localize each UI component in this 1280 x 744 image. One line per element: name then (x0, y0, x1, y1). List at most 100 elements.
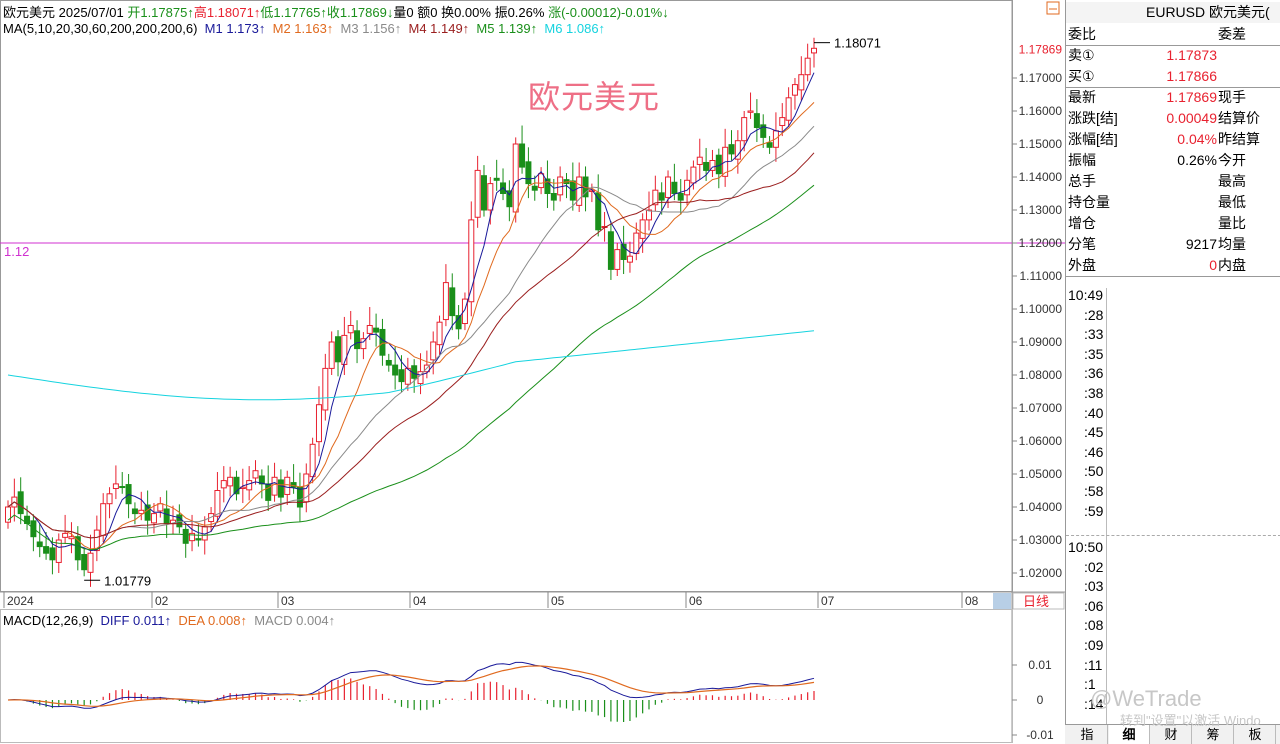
candle-body (791, 84, 798, 96)
panel-row-value: 1.17869 (1166, 89, 1217, 105)
candle-body (195, 538, 202, 541)
candle-body (315, 404, 322, 443)
high-marker-label: 1.18071 (834, 36, 881, 51)
candle-body (804, 57, 811, 76)
panel-row-value: 1.17873 (1166, 47, 1217, 63)
candle-body (335, 336, 342, 363)
panel-row-label: 总手 (1068, 173, 1096, 189)
panel-row-label: 分笔 (1068, 236, 1096, 252)
tick-time: :28 (1084, 306, 1104, 323)
candle-body (49, 547, 56, 561)
candle-body (747, 110, 754, 113)
panel-row-label: 最新 (1068, 89, 1096, 105)
candles (5, 37, 817, 587)
current-price-tag: 1.17869 (1019, 42, 1063, 56)
tick-time: 10:50 (1068, 539, 1104, 555)
tick-time: :11 (1084, 656, 1103, 673)
price-tick-label: 1.12000 (1019, 236, 1063, 250)
candle-body (766, 142, 773, 148)
candle-body (220, 480, 227, 489)
candle-body (227, 476, 234, 487)
time-tick-label: 2024 (7, 594, 34, 608)
price-tick-label: 1.10000 (1019, 302, 1063, 316)
panel-row-label: 振幅 (1068, 152, 1096, 168)
panel-row-label2: 最低 (1218, 194, 1246, 210)
candle-body (354, 330, 361, 350)
candle-body (163, 508, 170, 525)
low-marker-label: 1.01779 (104, 573, 151, 588)
price-tick-label: 1.16000 (1019, 104, 1063, 118)
maximize-icon (1046, 1, 1060, 15)
tick-time: :46 (1084, 443, 1104, 460)
candle-body (277, 479, 284, 498)
candle-body (658, 192, 665, 201)
tick-time: :38 (1084, 385, 1104, 401)
panel-row-value: 0.00049 (1166, 110, 1217, 126)
panel-row: 持仓量 最低 (1066, 192, 1280, 213)
scroll-button (993, 593, 1011, 609)
macd-tick-label: 0.01 (1028, 658, 1052, 672)
panel-row: 增仓 量比 (1066, 213, 1280, 234)
panel-row-value: 0.04% (1177, 131, 1217, 147)
candle-body (671, 181, 678, 194)
panel-row-value: 1.17866 (1166, 68, 1217, 84)
panel-row-value: 0.26% (1177, 152, 1217, 168)
tick-time: :03 (1084, 578, 1104, 595)
panel-header: EURUSD 欧元美元( (1066, 2, 1280, 23)
ma200-line (7, 330, 815, 401)
candle-body (246, 480, 253, 491)
candle-body (119, 486, 126, 489)
panel-row-label2: 昨结算 (1218, 131, 1260, 147)
candle-body (798, 74, 805, 91)
candle-body (87, 552, 94, 573)
candle-body (150, 513, 157, 524)
watermark: @WeTrade (1090, 686, 1202, 711)
candle-body (328, 341, 335, 369)
macd-label: MACD(12,26,9) (3, 613, 94, 628)
panel-row-label: 涨跌[结] (1068, 110, 1118, 126)
level-label: 1.12 (4, 244, 29, 259)
candle-body (182, 528, 189, 544)
candle-body (753, 113, 760, 128)
candle-body (665, 176, 672, 198)
panel-row-label2: 最高 (1218, 173, 1246, 189)
macd-info-bar: MACD(12,26,9) DIFF 0.011↑ DEA 0.008↑ MAC… (3, 613, 335, 628)
candle-body (379, 328, 386, 356)
price-tick-label: 1.05000 (1019, 467, 1063, 481)
candle-body (449, 287, 456, 317)
time-column-divider (1106, 288, 1107, 724)
panel-row-label: 持仓量 (1068, 194, 1110, 210)
panel-row: 委比 委差 (1066, 24, 1280, 45)
panel-row: 买① 1.17866 (1066, 66, 1280, 87)
panel-row-value: 0 (1209, 257, 1217, 273)
candle-body (779, 117, 786, 127)
candle-body (68, 536, 75, 540)
candle-body (252, 470, 259, 479)
candle-body (373, 327, 380, 333)
time-tick-label: 08 (965, 594, 979, 608)
tick-time: :36 (1084, 365, 1104, 382)
chart-svg[interactable]: 1.12 1.18071 1.01779 1.17000 1.16000 1.1500… (0, 0, 1065, 743)
panel-row-label2: 内盘 (1218, 257, 1246, 273)
time-tick-label: 05 (551, 594, 565, 608)
price-tick-label: 1.08000 (1019, 368, 1063, 382)
candle-body (296, 486, 303, 508)
panel-row: 涨幅[结] 0.04% 昨结算 (1066, 129, 1280, 150)
panel-row-label2: 今开 (1218, 152, 1246, 168)
dea-line (7, 665, 815, 707)
chart-frame (0, 0, 1065, 743)
panel-row-label2: 结算价 (1218, 110, 1260, 126)
panel-tab[interactable]: 指 (1067, 725, 1108, 744)
watermark-sub: 转到"设置"以激活 Windo (1120, 713, 1261, 728)
candle-body (690, 166, 697, 184)
period-button[interactable]: 日线 (1023, 594, 1049, 609)
candle-body (538, 173, 545, 189)
tick-time: :59 (1084, 502, 1104, 519)
candle-body (785, 97, 792, 121)
candle-body (493, 177, 500, 181)
candle-body (639, 219, 646, 239)
price-tick-label: 1.13000 (1019, 203, 1063, 217)
time-tick-label: 07 (821, 594, 835, 608)
candle-body (741, 117, 748, 142)
candle-body (480, 175, 487, 211)
